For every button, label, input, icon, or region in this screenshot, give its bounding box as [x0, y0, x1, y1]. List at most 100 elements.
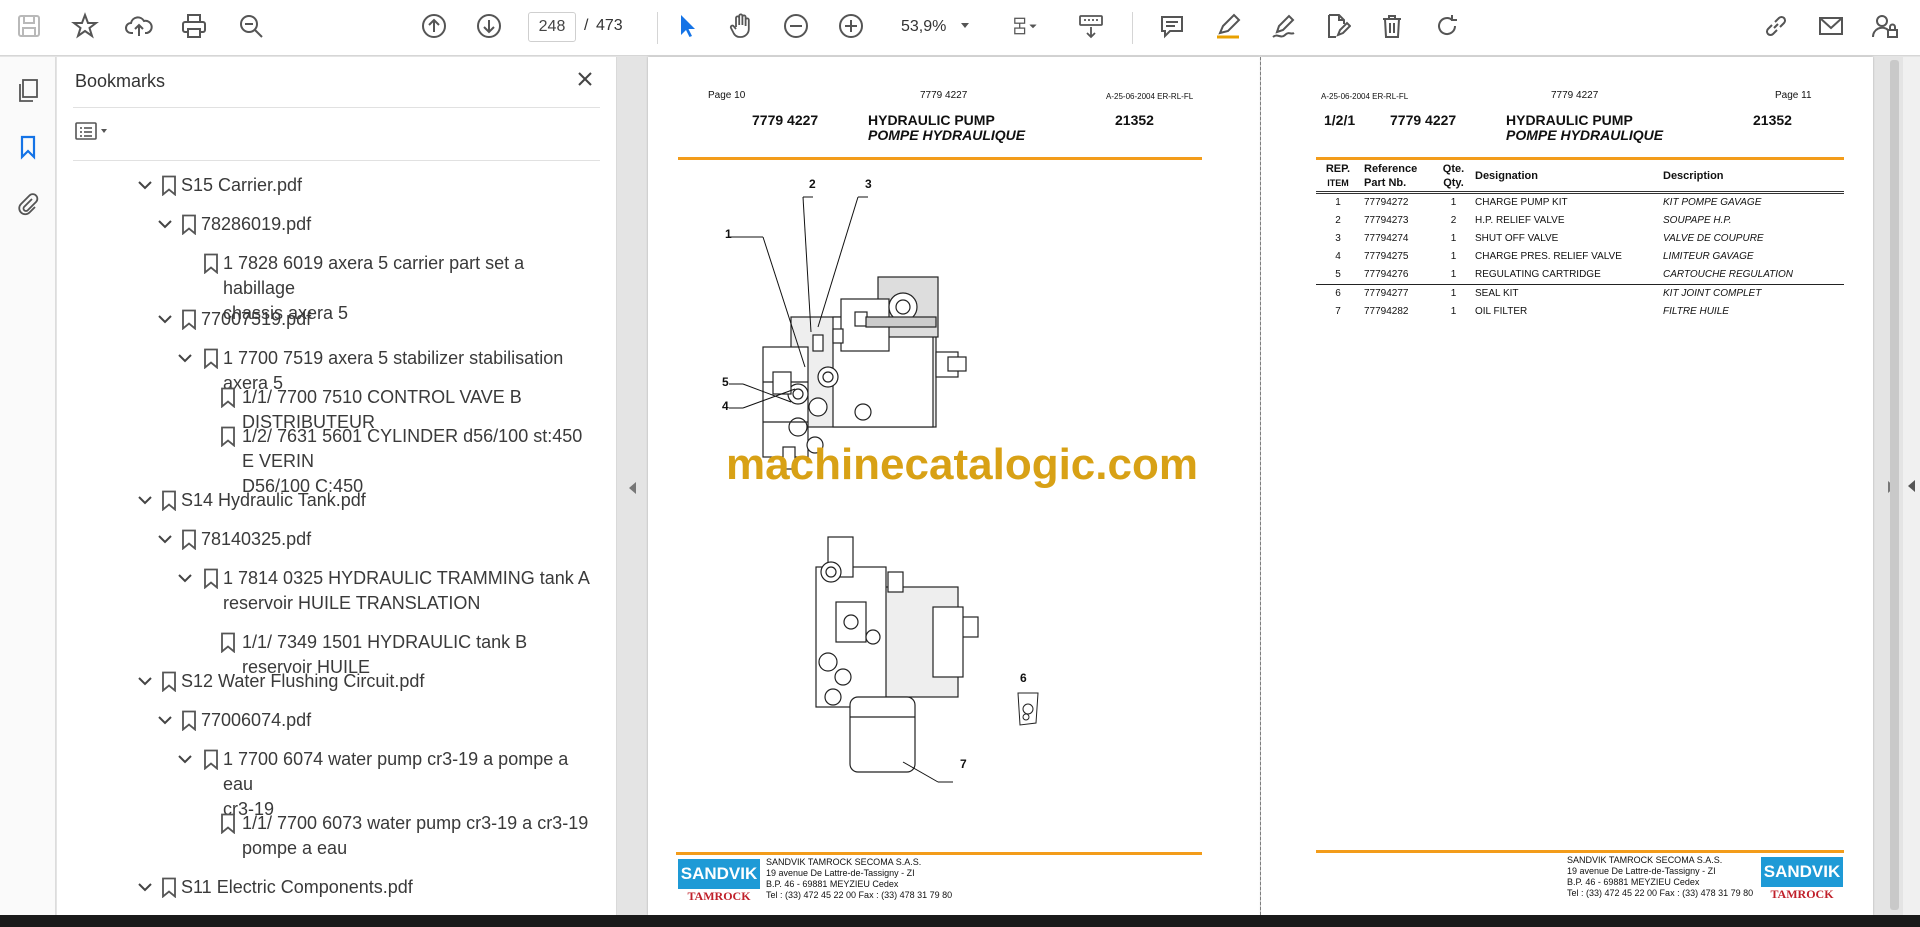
- fit-page-icon: [1012, 12, 1040, 45]
- cell-qty: 1: [1450, 233, 1457, 244]
- bookmark-label[interactable]: 1/1/ 7700 6073 water pump cr3-19 a cr3-1…: [242, 811, 588, 861]
- cell-designation: SHUT OFF VALVE: [1475, 233, 1559, 244]
- bookmark-label[interactable]: 77006074.pdf: [201, 708, 311, 733]
- hand-tool-button[interactable]: [722, 9, 760, 47]
- cell-description: SOUPAPE H.P.: [1663, 215, 1732, 226]
- bookmark-label[interactable]: S12 Water Flushing Circuit.pdf: [181, 669, 424, 694]
- cell-designation: SEAL KIT: [1471, 284, 1659, 303]
- chevron-down-icon[interactable]: [135, 175, 155, 195]
- footer-address-2: B.P. 46 - 69881 MEYZIEU Cedex: [1567, 877, 1700, 887]
- bookmark-label[interactable]: 78140325.pdf: [201, 527, 311, 552]
- part-number: 7779 4227: [752, 112, 819, 128]
- sandvik-tamrock-logo: SANDVIK TAMROCK: [678, 859, 760, 903]
- search-button[interactable]: [232, 9, 270, 47]
- delete-button[interactable]: [1373, 9, 1411, 47]
- bookmark-label[interactable]: 77007519.pdf: [201, 307, 311, 332]
- upload-button[interactable]: [120, 9, 158, 47]
- fill-sign-button[interactable]: [1318, 9, 1356, 47]
- col-header-reference: Reference Part Nb.: [1360, 161, 1436, 194]
- tamrock-logo-text: TAMROCK: [1770, 887, 1834, 901]
- page-thumbnails-button[interactable]: [10, 74, 46, 110]
- pdf-page-right[interactable]: A-25-06-2004 ER-RL-FL 7779 4227 Page 11 …: [1261, 57, 1873, 915]
- bookmark-options-button[interactable]: [74, 117, 124, 149]
- bookmark-icon: [220, 387, 236, 409]
- footer-rule: [676, 852, 1202, 855]
- part-number: 7779 4227: [1390, 112, 1457, 128]
- highlight-button[interactable]: [1209, 9, 1247, 47]
- close-panel-button[interactable]: [571, 67, 599, 95]
- chevron-down-icon[interactable]: [135, 490, 155, 510]
- table-row: 2 77794273 2 H.P. RELIEF VALVE SOUPAPE H.P.: [1316, 212, 1844, 230]
- envelope-icon: [1817, 12, 1845, 45]
- bookmark-label[interactable]: S11 Electric Components.pdf: [181, 875, 413, 900]
- previous-page-button[interactable]: [415, 9, 453, 47]
- chevron-down-icon[interactable]: [175, 568, 195, 588]
- comment-icon: [1158, 12, 1186, 45]
- table-row: 5 77794276 1 REGULATING CARTRIDGE CARTOUCHE …: [1316, 266, 1844, 285]
- cell-rep: 3: [1335, 233, 1341, 244]
- cloud-upload-icon: [125, 12, 153, 45]
- bookmark-label[interactable]: 1 7814 0325 HYDRAULIC TRAMMING tank A res…: [223, 566, 590, 616]
- zoom-in-button[interactable]: [832, 9, 870, 47]
- cell-ref: 77794276: [1364, 269, 1409, 280]
- bookmarks-panel: Bookmarks S15 Carrier.pdf 78286019.pdf 1 7…: [57, 57, 662, 915]
- comment-button[interactable]: [1153, 9, 1191, 47]
- bookmarks-panel-button[interactable]: [10, 131, 46, 167]
- close-icon: [575, 69, 595, 94]
- select-tool-button[interactable]: [668, 9, 706, 47]
- scroll-mode-button[interactable]: [1072, 9, 1110, 47]
- save-icon: [15, 12, 43, 45]
- bookmark-label-line: S12 Water Flushing Circuit.pdf: [181, 671, 425, 691]
- cell-designation: REGULATING CARTRIDGE: [1475, 269, 1601, 280]
- zoom-level-value: 53,9%: [901, 18, 947, 35]
- bookmark-label-line: 77006074.pdf: [201, 710, 312, 730]
- print-button[interactable]: [175, 9, 213, 47]
- cell-ref: 77794273: [1364, 215, 1409, 226]
- next-page-button[interactable]: [470, 9, 508, 47]
- save-button[interactable]: [10, 9, 48, 47]
- callout-2: 2: [809, 177, 816, 191]
- page-total: 473: [596, 17, 623, 34]
- hand-icon: [727, 12, 755, 45]
- rotate-button[interactable]: [1428, 9, 1466, 47]
- page-number-input[interactable]: [528, 12, 576, 42]
- panel-title: Bookmarks: [75, 71, 166, 91]
- bookmark-icon: [203, 749, 219, 771]
- email-button[interactable]: [1812, 9, 1850, 47]
- cell-designation: CHARGE PUMP KIT: [1475, 197, 1568, 208]
- bookmark-label[interactable]: S14 Hydraulic Tank.pdf: [181, 488, 366, 513]
- zoom-out-button[interactable]: [777, 9, 815, 47]
- chevron-down-icon: [958, 18, 972, 32]
- bookmark-label[interactable]: 78286019.pdf: [201, 212, 311, 237]
- bookmark-icon: [161, 490, 177, 512]
- share-link-button[interactable]: [1757, 9, 1795, 47]
- bookmark-label[interactable]: S15 Carrier.pdf: [181, 173, 302, 198]
- chevron-down-icon[interactable]: [155, 529, 175, 549]
- bookmark-star-button[interactable]: [66, 9, 104, 47]
- collapse-left-panel-icon[interactable]: [626, 479, 640, 497]
- chevron-down-icon[interactable]: [155, 214, 175, 234]
- account-button[interactable]: [1866, 9, 1904, 47]
- callout-1: 1: [725, 227, 732, 241]
- cell-description: CARTOUCHE REGULATION: [1663, 269, 1794, 280]
- draw-button[interactable]: [1264, 9, 1302, 47]
- chevron-down-icon[interactable]: [135, 877, 155, 897]
- chevron-down-icon[interactable]: [135, 671, 155, 691]
- attachments-button[interactable]: [10, 188, 46, 224]
- page-fit-button[interactable]: [1000, 9, 1052, 47]
- bookmark-label-line: S15 Carrier.pdf: [181, 175, 303, 195]
- chevron-down-icon[interactable]: [155, 309, 175, 329]
- bookmark-label-line: S14 Hydraulic Tank.pdf: [181, 490, 366, 510]
- document-scrollbar-thumb[interactable]: [1890, 60, 1899, 910]
- printer-icon: [180, 12, 208, 45]
- expand-tools-panel-icon[interactable]: [1905, 477, 1919, 495]
- bookmark-label-line: pompe a eau: [242, 838, 348, 858]
- chevron-down-icon[interactable]: [175, 749, 195, 769]
- chevron-down-icon[interactable]: [155, 710, 175, 730]
- chevron-down-icon[interactable]: [175, 348, 195, 368]
- sandvik-logo-text: SANDVIK: [1761, 857, 1843, 887]
- trash-icon: [1378, 12, 1406, 45]
- page-code: 7779 4227: [1551, 90, 1599, 101]
- user-lock-icon: [1871, 12, 1899, 45]
- col-header-designation: Designation: [1471, 161, 1659, 194]
